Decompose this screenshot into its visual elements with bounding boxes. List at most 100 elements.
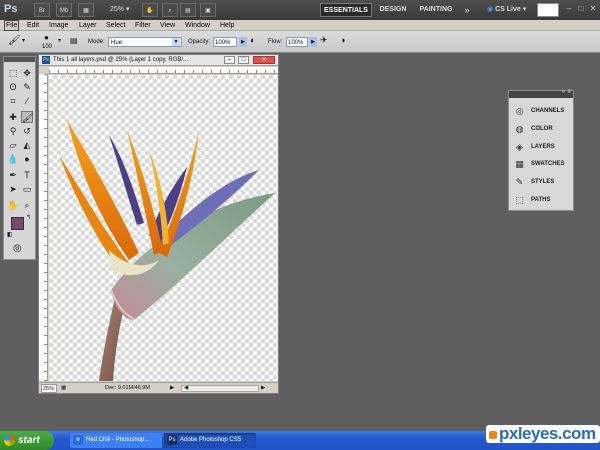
scroll-right-icon[interactable]: ▶ (261, 384, 265, 393)
horizontal-ruler[interactable] (49, 67, 278, 74)
panel-menu-icon[interactable]: ≡ (567, 89, 571, 95)
zoom-tool-icon[interactable]: ⌕ (21, 199, 33, 211)
panel-channels[interactable]: ◎ CHANNELS (511, 103, 573, 120)
zoom-level-dropdown[interactable]: 25% ▾ (110, 3, 136, 17)
layers-icon: ◈ (516, 142, 523, 152)
expand-panels-icon[interactable]: » (562, 89, 565, 95)
tools-panel-header[interactable] (4, 57, 35, 62)
menu-layer[interactable]: Layer (79, 20, 97, 31)
crop-tool-icon[interactable]: ⌗ (7, 95, 19, 107)
shape-tool-icon[interactable]: ▭ (21, 183, 33, 195)
hand-tool-icon[interactable]: ✋ (142, 3, 158, 17)
menu-view[interactable]: View (160, 20, 175, 31)
move-tool-icon[interactable]: ✥ (21, 67, 33, 79)
horizontal-scrollbar[interactable] (181, 385, 259, 392)
panel-swatches[interactable]: ▦ SWATCHES (511, 156, 573, 173)
document-canvas[interactable] (49, 75, 278, 381)
hand-tool-icon[interactable]: ✋ (7, 199, 19, 211)
windows-logo-icon (4, 435, 15, 446)
menu-window[interactable]: Window (185, 20, 210, 31)
healing-brush-tool-icon[interactable]: ✚ (7, 111, 19, 123)
pen-tool-icon[interactable]: ✒ (7, 169, 19, 181)
panel-dock-header[interactable]: » ≡ (509, 89, 573, 98)
brush-tool-icon[interactable]: 🖌 (21, 111, 33, 123)
clone-stamp-tool-icon[interactable]: ⚲ (7, 125, 19, 137)
chevron-down-icon[interactable]: ▾ (22, 36, 25, 46)
workspace-design-button[interactable]: DESIGN (377, 3, 409, 17)
menu-file[interactable]: File (4, 20, 20, 31)
styles-icon: ✎ (515, 177, 524, 187)
chevron-down-icon: ▾ (125, 6, 130, 13)
panel-label: COLOR (531, 126, 553, 132)
document-title-bar[interactable]: Ps This 1 all layers.psd @ 25% (Layer 1 … (39, 55, 278, 66)
scroll-left-icon[interactable]: ◀ (184, 384, 188, 393)
taskbar-task-browser[interactable]: e Red Chili - Photoshop... (70, 433, 162, 448)
airbrush-icon[interactable]: ✈ (320, 35, 328, 45)
eraser-tool-icon[interactable]: ▱ (7, 139, 19, 151)
swap-colors-icon[interactable]: ↰ (26, 214, 31, 221)
menu-edit[interactable]: Edit (27, 20, 39, 31)
status-menu-icon[interactable]: ▦ (61, 384, 69, 393)
lasso-tool-icon[interactable]: ʘ (7, 81, 19, 93)
marquee-tool-icon[interactable]: ⬚ (7, 67, 19, 79)
chevron-down-icon: ▼ (172, 38, 180, 46)
bridge-icon[interactable]: Br (34, 3, 50, 17)
search-input[interactable] (537, 3, 559, 17)
panel-styles[interactable]: ✎ STYLES (511, 174, 573, 191)
quick-mask-icon[interactable]: ◎ (13, 243, 22, 254)
cs-live-button[interactable]: ◉ CS Live ▾ (487, 3, 533, 17)
chevron-down-icon[interactable]: ▾ (58, 36, 61, 46)
menu-help[interactable]: Help (220, 20, 234, 31)
tablet-pressure-opacity-icon[interactable]: ◐ (250, 35, 255, 45)
panel-label: LAYERS (531, 144, 555, 150)
brush-tool-icon[interactable]: 🖌 (8, 36, 21, 46)
eyedropper-tool-icon[interactable]: ⁄ (21, 95, 33, 107)
maximize-button[interactable]: □ (576, 4, 586, 14)
color-icon: ◍ (515, 124, 524, 134)
workspace-painting-button[interactable]: PAINTING (416, 3, 456, 17)
panel-color[interactable]: ◍ COLOR (511, 121, 573, 138)
panel-layers[interactable]: ◈ LAYERS (511, 139, 573, 156)
type-tool-icon[interactable]: T (21, 169, 33, 181)
start-button[interactable]: start (0, 431, 54, 450)
document-minimize-button[interactable]: – (224, 56, 235, 64)
status-menu-arrow-icon[interactable]: ▶ (170, 384, 174, 393)
panel-paths[interactable]: ⬚ PATHS (511, 192, 573, 209)
path-selection-tool-icon[interactable]: ➤ (7, 183, 19, 195)
history-brush-tool-icon[interactable]: ↺ (21, 125, 33, 137)
dodge-tool-icon[interactable]: ● (21, 153, 33, 165)
minimize-button[interactable]: – (564, 4, 574, 14)
close-button[interactable]: ✕ (588, 4, 598, 14)
document-zoom-input[interactable]: 25% (41, 384, 57, 393)
vertical-ruler[interactable] (39, 74, 48, 381)
tablet-pressure-size-icon[interactable]: ◑ (340, 35, 345, 45)
panel-label: STYLES (531, 179, 555, 185)
arrange-documents-icon[interactable]: ▤ (180, 3, 196, 17)
foreground-color-swatch[interactable] (11, 217, 24, 230)
more-workspaces-button[interactable]: » (460, 3, 474, 17)
screen-mode-icon[interactable]: ▣ (200, 3, 216, 17)
flow-slider-button[interactable]: ▶ (309, 37, 317, 47)
brush-panel-icon[interactable]: ▤ (70, 36, 78, 46)
document-maximize-button[interactable]: □ (238, 56, 249, 64)
channels-icon: ◎ (515, 106, 524, 116)
flow-input[interactable]: 100% (286, 37, 308, 47)
view-extras-icon[interactable]: ▦ (78, 3, 94, 17)
menu-image[interactable]: Image (49, 20, 68, 31)
cs-live-label: CS Live (495, 6, 521, 13)
mini-bridge-icon[interactable]: Mb (56, 3, 72, 17)
workspace-essentials-button[interactable]: ESSENTIALS (320, 3, 372, 17)
menu-select[interactable]: Select (106, 20, 125, 31)
document-close-button[interactable]: ✕ (253, 56, 275, 64)
mode-select[interactable]: Hue ▼ (108, 37, 182, 47)
paint-bucket-tool-icon[interactable]: ◭ (21, 139, 33, 151)
blur-tool-icon[interactable]: 💧 (7, 153, 19, 165)
default-colors-icon[interactable]: ◧ (7, 231, 13, 238)
zoom-tool-icon[interactable]: ⌕ (162, 3, 178, 17)
quick-selection-tool-icon[interactable]: ✎ (21, 81, 33, 93)
application-bar: Ps Br Mb ▦ 25% ▾ ✋ ⌕ ▤ ▣ ESSENTIALS DESI… (0, 0, 600, 20)
opacity-slider-button[interactable]: ▶ (239, 37, 247, 47)
menu-filter[interactable]: Filter (135, 20, 151, 31)
taskbar-task-photoshop[interactable]: Ps Adobe Photoshop CS5 (164, 433, 256, 448)
opacity-input[interactable]: 100% (213, 37, 237, 47)
